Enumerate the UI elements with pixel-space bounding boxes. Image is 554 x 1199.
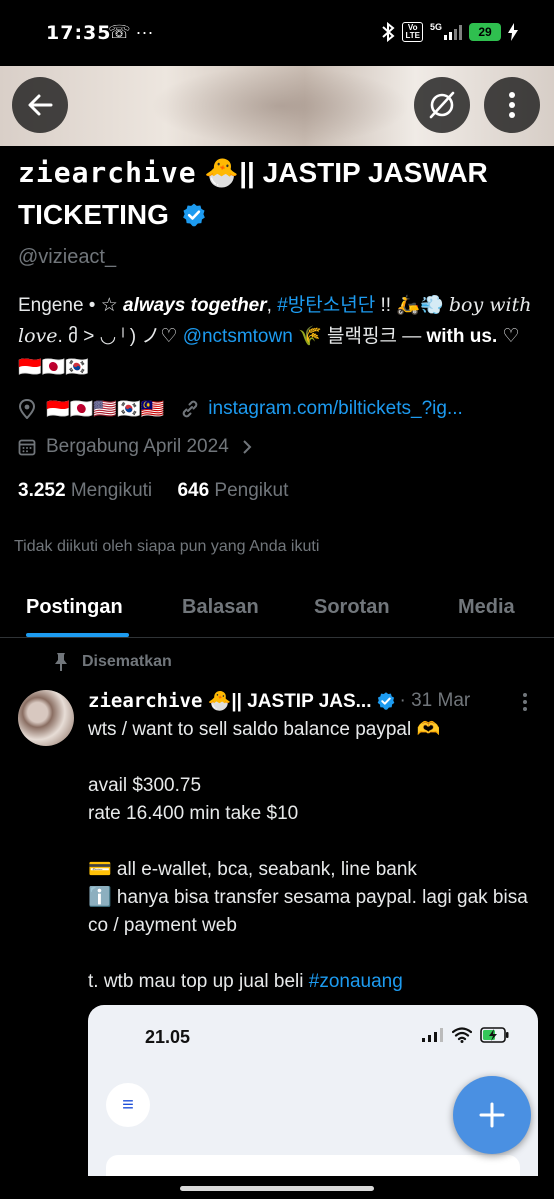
compose-post-button[interactable]: [453, 1076, 531, 1154]
location-icon: [18, 399, 36, 419]
post-line: t. wtb mau top up jual beli #zonauang: [88, 968, 540, 996]
bio-hashtag-link[interactable]: #방탄소년단: [277, 295, 375, 316]
grok-icon: [429, 91, 455, 119]
network-type: 5G: [429, 22, 442, 32]
verified-badge-icon: [377, 692, 394, 710]
profile-banner[interactable]: [0, 66, 554, 146]
link-icon: [183, 400, 198, 418]
post-line: wts / want to sell saldo balance paypal …: [88, 719, 441, 740]
volte-badge: Vo LTE: [402, 22, 423, 42]
display-name-mono: ziearchive: [18, 156, 197, 189]
post-header: ziearchive 🐣|| JASTIP JAS... · 31 Mar: [88, 689, 548, 713]
tab-balasan[interactable]: Balasan: [182, 596, 259, 619]
bluetooth-icon: [382, 22, 396, 42]
active-tab-indicator: [26, 633, 129, 637]
battery-level: 29: [469, 23, 501, 41]
bio-bold-text: with us.: [426, 326, 498, 347]
post-hashtag-link[interactable]: #zonauang: [309, 971, 403, 992]
plus-icon: [479, 1102, 505, 1128]
post-author-avatar[interactable]: [18, 690, 74, 746]
bio-text: ,: [266, 295, 278, 316]
join-date: Bergabung April 2024: [46, 436, 229, 457]
join-date-row[interactable]: Bergabung April 2024: [18, 436, 253, 458]
tab-sorotan[interactable]: Sorotan: [314, 596, 390, 619]
verified-badge-icon[interactable]: [181, 202, 207, 228]
bio-text: !! 🛵💨: [375, 295, 449, 316]
post-line: avail $300.75: [88, 775, 202, 796]
following-count: 3.252: [18, 480, 66, 501]
post-author-rest: 🐣|| JASTIP JAS...: [202, 691, 372, 712]
follow-counts: 3.252 Mengikuti 646 Pengikut: [18, 480, 288, 502]
post-line: ℹ️ hanya bisa transfer sesama paypal. la…: [88, 887, 534, 936]
battery-icon: [480, 1027, 509, 1043]
back-button[interactable]: [12, 77, 68, 133]
bio-text: Engene • ☆: [18, 295, 124, 316]
more-options-button[interactable]: [484, 77, 540, 133]
bio-text: 🌾 블랙핑크 —: [292, 326, 427, 347]
status-left-icons: ☏ ···: [108, 22, 154, 42]
grok-button[interactable]: [414, 77, 470, 133]
media-status-icons: [422, 1027, 510, 1043]
followers-link[interactable]: 646 Pengikut: [177, 480, 288, 501]
wifi-icon: [452, 1027, 472, 1043]
status-bar: 17:35 ☏ ··· Vo LTE 5G 29: [0, 0, 554, 66]
back-arrow-icon: [28, 94, 53, 116]
pinned-label: Disematkan: [82, 653, 172, 670]
profile-meta-row: 🇮🇩🇯🇵🇺🇸🇰🇷🇲🇾 instagram.com/biltickets_?ig.…: [18, 397, 548, 421]
pinned-label-row: Disematkan: [52, 652, 172, 672]
signal-icon: [422, 1028, 443, 1042]
profile-display-name: ziearchive 🐣|| JASTIP JASWAR TICKETING: [18, 152, 538, 236]
not-followed-notice: Tidak diikuti oleh siapa pun yang Anda i…: [14, 538, 320, 555]
chevron-right-icon: [243, 440, 252, 454]
location-flags: 🇮🇩🇯🇵🇺🇸🇰🇷🇲🇾: [46, 399, 165, 420]
website-link[interactable]: instagram.com/biltickets_?ig...: [208, 398, 463, 420]
following-label: Mengikuti: [70, 480, 153, 501]
media-status-time: 21.05: [145, 1027, 191, 1047]
media-menu-icon: ≡: [106, 1083, 150, 1127]
profile-handle: @vizieact_: [18, 246, 117, 268]
post-date[interactable]: · 31 Mar: [400, 690, 471, 712]
post-author-name[interactable]: ziearchive 🐣|| JASTIP JAS...: [88, 689, 372, 713]
post-more-icon[interactable]: [515, 690, 535, 714]
more-vertical-icon: [509, 92, 515, 118]
bio-text: . მ > ◡ ˡ ) ノ♡: [57, 326, 183, 347]
tab-postingan[interactable]: Postingan: [26, 596, 123, 619]
status-time: 17:35: [46, 22, 112, 44]
status-right-icons: Vo LTE 5G 29: [381, 22, 518, 42]
pin-icon: [55, 653, 67, 671]
bio-mention-link[interactable]: @nctsmtown: [183, 326, 293, 347]
profile-bio: Engene • ☆ always together, #방탄소년단 !! 🛵💨…: [18, 290, 538, 383]
post-body: wts / want to sell saldo balance paypal …: [88, 716, 540, 996]
home-gesture-bar[interactable]: [180, 1186, 374, 1191]
calendar-icon: [18, 439, 36, 456]
followers-count: 646: [177, 480, 210, 501]
post-author-mono: ziearchive: [88, 690, 203, 712]
followers-label: Pengikut: [214, 480, 289, 501]
bio-bold-italic: always together: [123, 295, 267, 316]
charging-icon: [508, 23, 518, 41]
post-line: rate 16.400 min take $10: [88, 803, 299, 824]
tab-media[interactable]: Media: [458, 596, 515, 619]
post-line: 💳 all e-wallet, bca, seabank, line bank: [88, 859, 417, 880]
post-line-text: t. wtb mau top up jual beli: [88, 971, 309, 992]
following-link[interactable]: 3.252 Mengikuti: [18, 480, 152, 501]
profile-tabs: Postingan Balasan Sorotan Media: [0, 582, 554, 638]
signal-icon: [444, 24, 462, 40]
